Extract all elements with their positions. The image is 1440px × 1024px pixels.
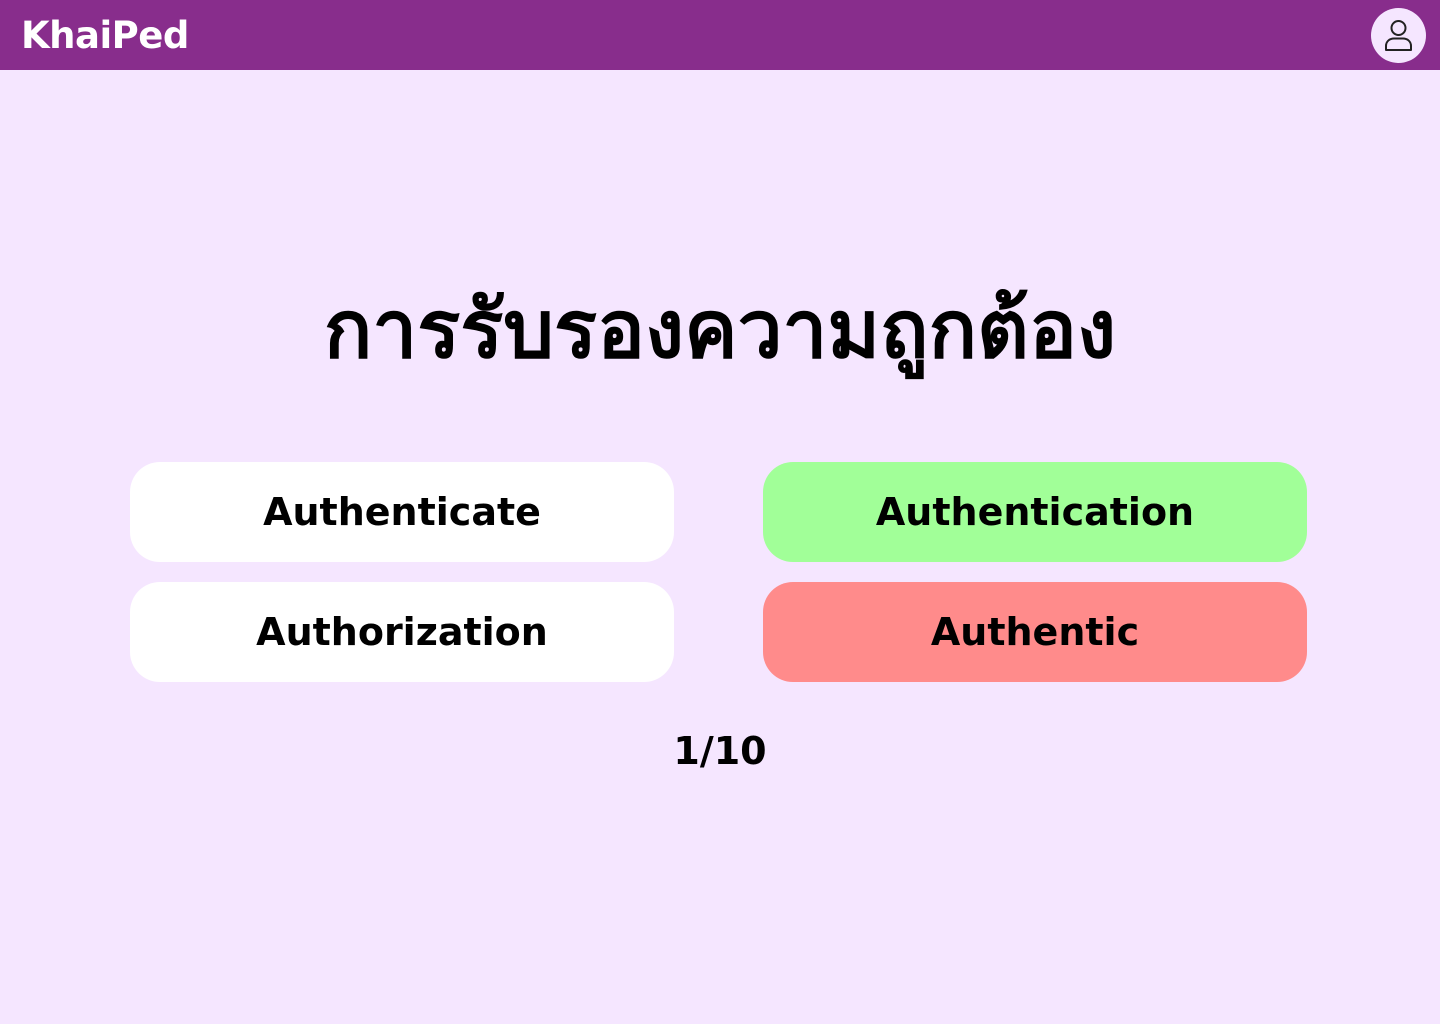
question-text: การรับรองความถูกต้อง <box>323 283 1117 376</box>
brand-logo[interactable]: KhaiPed <box>21 14 189 58</box>
answer-option-authenticate[interactable]: Authenticate <box>130 462 674 562</box>
top-navigation-bar: KhaiPed <box>0 0 1440 70</box>
answer-option-authentic[interactable]: Authentic <box>763 582 1307 682</box>
question-progress: 1/10 <box>673 729 767 773</box>
profile-button[interactable] <box>1371 8 1426 63</box>
user-icon <box>1385 20 1412 51</box>
answer-option-authentication[interactable]: Authentication <box>763 462 1307 562</box>
answer-option-authorization[interactable]: Authorization <box>130 582 674 682</box>
